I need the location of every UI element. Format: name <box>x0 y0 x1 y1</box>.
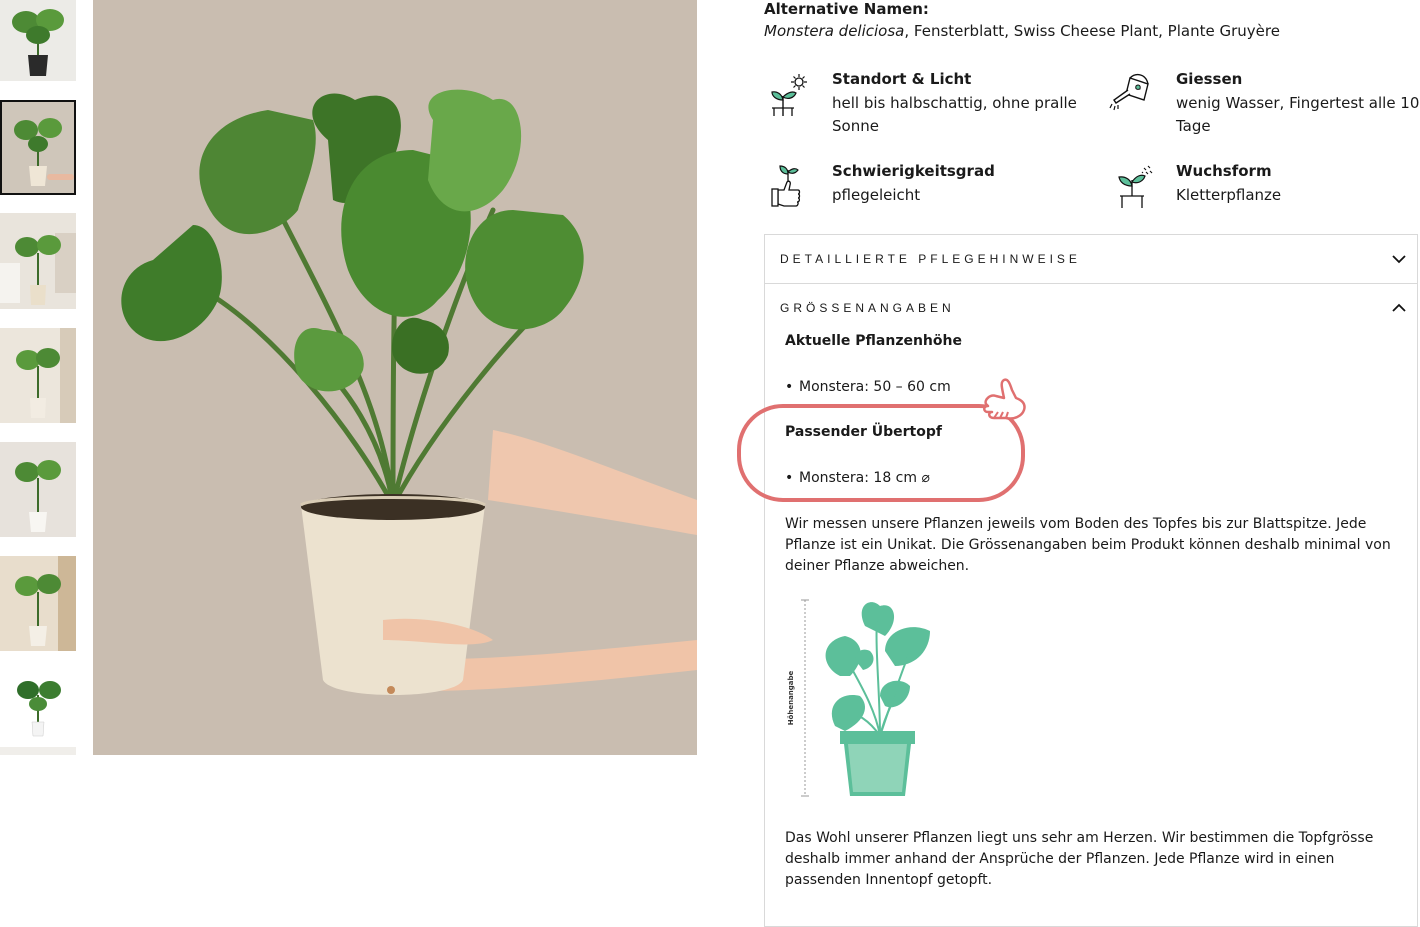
feature-value: Kletterpflanze <box>1176 186 1282 204</box>
accordion-care-header[interactable]: DETAILLIERTE PFLEGEHINWEISE <box>765 235 1417 283</box>
accordion-size-panel: GRÖSSENANGABEN Aktuelle Pflanzenhöhe Mon… <box>764 284 1418 927</box>
chevron-up-icon[interactable] <box>1391 300 1407 316</box>
watering-can-icon <box>1109 73 1149 111</box>
thumbs-up-plant-icon <box>771 165 801 207</box>
thumbnail-4[interactable] <box>0 328 76 423</box>
feature-value: pflegeleicht <box>832 186 921 204</box>
accordion-size-label: GRÖSSENANGABEN <box>780 301 955 315</box>
alternative-names: Monstera deliciosa, Fensterblatt, Swiss … <box>764 22 1280 40</box>
alternative-names-title: Alternative Namen: <box>764 0 929 18</box>
thumbnail-5[interactable] <box>0 442 76 537</box>
measurement-note: Wir messen unsere Pflanzen jeweils vom B… <box>785 516 1391 574</box>
feature-title: Wuchsform <box>1176 162 1272 180</box>
thumbnail-2-selected[interactable] <box>0 100 76 195</box>
accordion-care: DETAILLIERTE PFLEGEHINWEISE <box>764 234 1418 284</box>
botanical-name: Monstera deliciosa <box>764 22 905 40</box>
main-product-image <box>93 0 697 755</box>
feature-value: wenig Wasser, Fingertest alle 10 Tage <box>1176 94 1420 135</box>
feature-value: hell bis halbschattig, ohne pralle Sonne <box>832 94 1077 135</box>
pointing-hand-icon <box>983 378 1026 420</box>
thumbnail-1[interactable] <box>0 0 76 81</box>
chevron-down-icon[interactable] <box>1391 251 1407 267</box>
feature-title: Schwierigkeitsgrad <box>832 162 995 180</box>
accordion-care-label: DETAILLIERTE PFLEGEHINWEISE <box>780 252 1081 266</box>
pot-size-note: Das Wohl unserer Pflanzen liegt uns sehr… <box>785 830 1374 888</box>
thumbnail-7[interactable] <box>0 670 76 755</box>
accordion-size-header[interactable]: GRÖSSENANGABEN <box>765 284 1417 332</box>
height-item: Monstera: 50 – 60 cm <box>785 379 951 395</box>
sun-plant-icon <box>771 74 807 116</box>
height-heading: Aktuelle Pflanzenhöhe <box>785 333 962 349</box>
thumbnail-3[interactable] <box>0 213 76 309</box>
thumbnail-6[interactable] <box>0 556 76 651</box>
height-illustration: Höhenangabe <box>787 599 930 797</box>
height-label: Höhenangabe <box>787 670 795 725</box>
sprout-pot-icon <box>1118 165 1153 208</box>
common-names: , Fensterblatt, Swiss Cheese Plant, Plan… <box>904 22 1280 40</box>
feature-title: Giessen <box>1176 70 1243 88</box>
feature-title: Standort & Licht <box>832 70 972 88</box>
